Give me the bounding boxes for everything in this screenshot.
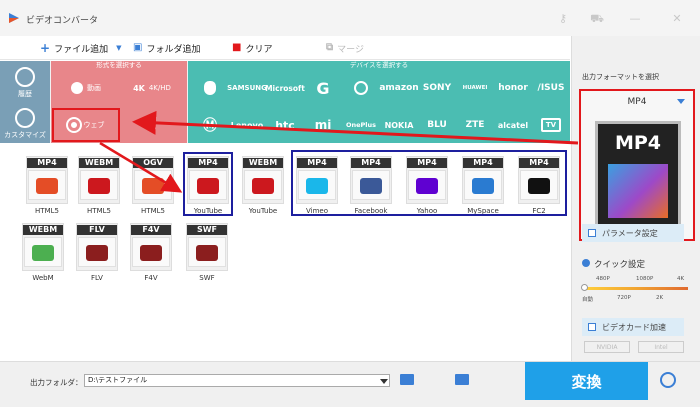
annotation-arrows bbox=[99, 110, 579, 193]
arrow-to-youtube bbox=[99, 141, 183, 193]
arrow-to-web-tab bbox=[132, 110, 579, 145]
